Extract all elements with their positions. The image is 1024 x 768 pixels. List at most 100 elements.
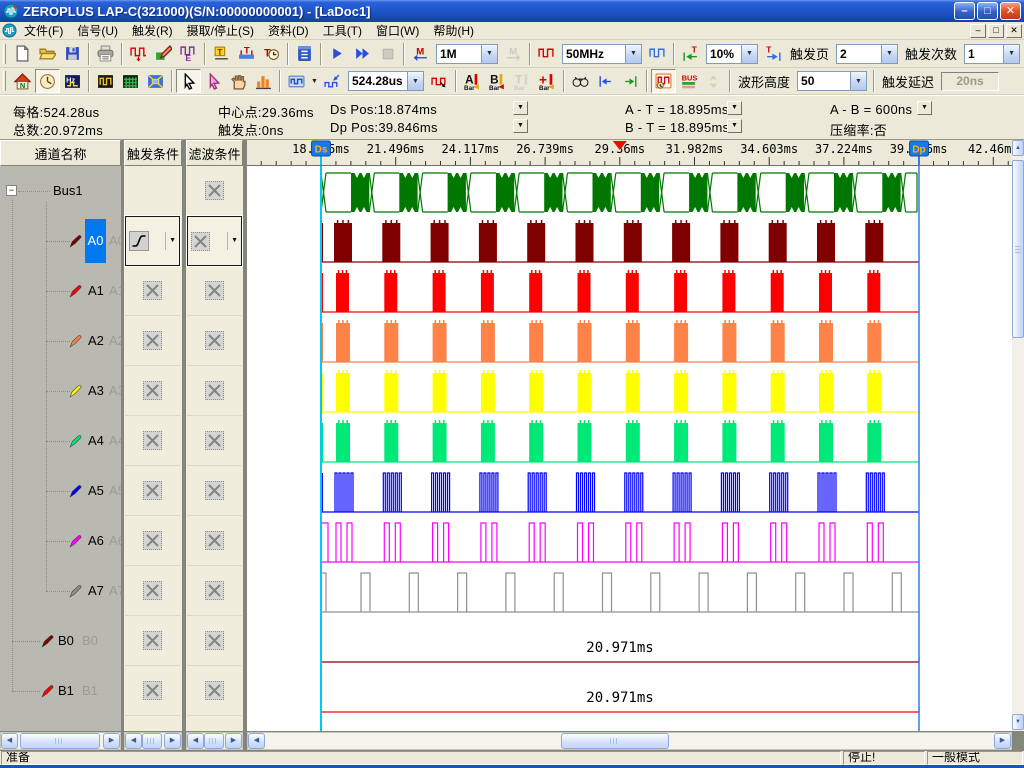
waveform-display[interactable]: 20.971ms20.971ms	[247, 166, 1012, 731]
pointer-button[interactable]	[176, 69, 201, 93]
channel-row-a2[interactable]: A2A2	[0, 316, 121, 366]
chevron-down-icon[interactable]: ▼	[227, 232, 238, 250]
trigger-cell-a1[interactable]	[125, 266, 180, 316]
filter-cell-a6[interactable]	[187, 516, 242, 566]
menu-item-d[interactable]: 资料(D)	[261, 21, 316, 40]
waveform-window-button[interactable]	[93, 69, 118, 93]
trigger-column-scrollbar[interactable]: ◀▶	[124, 732, 182, 750]
navigator-button[interactable]	[143, 69, 168, 93]
info-dropdown-button[interactable]: ▼	[727, 101, 742, 115]
filter-cell-a2[interactable]	[187, 316, 242, 366]
memory-depth-combo[interactable]: 1M▼	[436, 44, 498, 64]
minimize-button[interactable]: –	[954, 2, 975, 20]
scroll-thumb[interactable]	[561, 733, 669, 749]
scroll-right-button[interactable]: ▶	[164, 733, 181, 749]
channel-row-b1[interactable]: B1B1	[0, 666, 121, 716]
scroll-down-button[interactable]: ▼	[1012, 714, 1024, 730]
goto-prev-button[interactable]	[593, 69, 618, 93]
scroll-left-button[interactable]: ◀	[187, 733, 204, 749]
b-bar-button[interactable]: BBar	[485, 69, 510, 93]
mdi-minimize-button[interactable]: –	[970, 24, 986, 38]
trigger-cell-a0[interactable]: ▼	[125, 216, 180, 266]
memory-page-prev-button[interactable]: M	[408, 42, 433, 66]
trigger-page-combo[interactable]: 2▼	[836, 44, 898, 64]
scroll-thumb[interactable]	[204, 733, 224, 749]
bus-setup-button[interactable]: E	[176, 42, 201, 66]
menu-item-s[interactable]: 摄取/停止(S)	[180, 21, 261, 40]
filter-cell-a0[interactable]: ▼	[187, 216, 242, 266]
filter-cell-b0[interactable]	[187, 616, 242, 666]
trigger-pos-left-button[interactable]: T	[678, 42, 703, 66]
chevron-down-icon[interactable]: ▼	[741, 45, 757, 63]
info-dropdown-button[interactable]: ▼	[513, 119, 528, 133]
channel-names-scrollbar[interactable]: ◀▶	[0, 732, 121, 750]
toolbar-grip[interactable]	[3, 44, 6, 64]
scroll-up-button[interactable]: ▲	[1012, 140, 1024, 156]
filter-column-scrollbar[interactable]: ◀▶	[186, 732, 243, 750]
sample-freq-blue-button[interactable]	[645, 42, 670, 66]
channel-row-a6[interactable]: A6A6	[0, 516, 121, 566]
bus-analyzer-button[interactable]	[292, 42, 317, 66]
stop-button[interactable]	[375, 42, 400, 66]
scroll-left-button[interactable]: ◀	[125, 733, 142, 749]
home-button[interactable]: N	[10, 69, 35, 93]
trigger-count-combo[interactable]: 1▼	[964, 44, 1020, 64]
trigger-cell-a2[interactable]	[125, 316, 180, 366]
clock-button[interactable]	[35, 69, 60, 93]
menu-item-f[interactable]: 文件(F)	[17, 21, 70, 40]
info-dropdown-button[interactable]: ▼	[917, 101, 932, 115]
sampling-setup-button[interactable]	[126, 42, 151, 66]
filter-cell-a3[interactable]	[187, 366, 242, 416]
sample-freq-red-button[interactable]	[534, 42, 559, 66]
channel-selected-highlight[interactable]: A0	[85, 219, 106, 263]
trigger-flag-button[interactable]: T	[209, 42, 234, 66]
trigger-position-combo[interactable]: 10%▼	[706, 44, 758, 64]
trigger-cell-a6[interactable]	[125, 516, 180, 566]
scroll-right-button[interactable]: ▶	[103, 733, 120, 749]
scroll-right-button[interactable]: ▶	[994, 733, 1011, 749]
channel-tree[interactable]: −Bus1A0A0A1A1A2A2A3A3A4A4A5A5A6A6A7A7B0B…	[0, 166, 121, 731]
scroll-left-button[interactable]: ◀	[1, 733, 18, 749]
t-bar-button[interactable]: TBar	[510, 69, 535, 93]
channel-row-b0[interactable]: B0B0	[0, 616, 121, 666]
chevron-down-icon[interactable]: ▼	[625, 45, 641, 63]
chevron-down-icon[interactable]: ▼	[850, 72, 866, 90]
find-button[interactable]	[568, 69, 593, 93]
trigger-pos-right-button[interactable]: T	[761, 42, 786, 66]
scroll-left-button[interactable]: ◀	[248, 733, 265, 749]
filter-cell-bus1[interactable]	[187, 166, 242, 216]
dp-flag[interactable]: Dp	[909, 140, 929, 156]
bus-width-button[interactable]: BUS	[676, 69, 701, 93]
wave-display-mode-button[interactable]	[284, 69, 309, 93]
channel-row-a1[interactable]: A1A1	[0, 266, 121, 316]
frequency-display-button[interactable]: Hz	[60, 69, 85, 93]
menu-item-r[interactable]: 触发(R)	[125, 21, 180, 40]
menu-item-u[interactable]: 信号(U)	[70, 21, 125, 40]
menu-item-t[interactable]: 工具(T)	[316, 21, 369, 40]
sample-rate-combo[interactable]: 50MHz▼	[562, 44, 642, 64]
filter-cell-a4[interactable]	[187, 416, 242, 466]
chevron-down-icon[interactable]: ▼	[1003, 45, 1019, 63]
channel-row-a7[interactable]: A7A7	[0, 566, 121, 616]
save-file-button[interactable]	[60, 42, 85, 66]
mdi-close-button[interactable]: ✕	[1006, 24, 1022, 38]
chevron-down-icon[interactable]: ▼	[481, 45, 497, 63]
open-file-button[interactable]	[35, 42, 60, 66]
trigger-delay-setup-button[interactable]: T	[259, 42, 284, 66]
updown-button[interactable]	[701, 69, 726, 93]
chevron-down-icon[interactable]: ▼	[881, 45, 897, 63]
time-ruler[interactable]: 18.875ms21.496ms24.117ms26.739ms29.36ms3…	[247, 140, 1012, 166]
menu-item-w[interactable]: 窗口(W)	[369, 21, 426, 40]
chevron-down-icon[interactable]: ▼	[165, 232, 176, 250]
info-dropdown-button[interactable]: ▼	[513, 101, 528, 115]
trigger-cell-bus1[interactable]	[125, 166, 180, 216]
chevron-down-icon[interactable]: ▼	[407, 72, 423, 90]
trigger-cell-a4[interactable]	[125, 416, 180, 466]
run-repeat-button[interactable]	[350, 42, 375, 66]
time-division-combo[interactable]: 524.28us▼	[348, 71, 424, 91]
filter-cell-a1[interactable]	[187, 266, 242, 316]
filter-cell-a7[interactable]	[187, 566, 242, 616]
filter-cell-b1[interactable]	[187, 666, 242, 716]
statistics-button[interactable]	[251, 69, 276, 93]
channel-row-a5[interactable]: A5A5	[0, 466, 121, 516]
